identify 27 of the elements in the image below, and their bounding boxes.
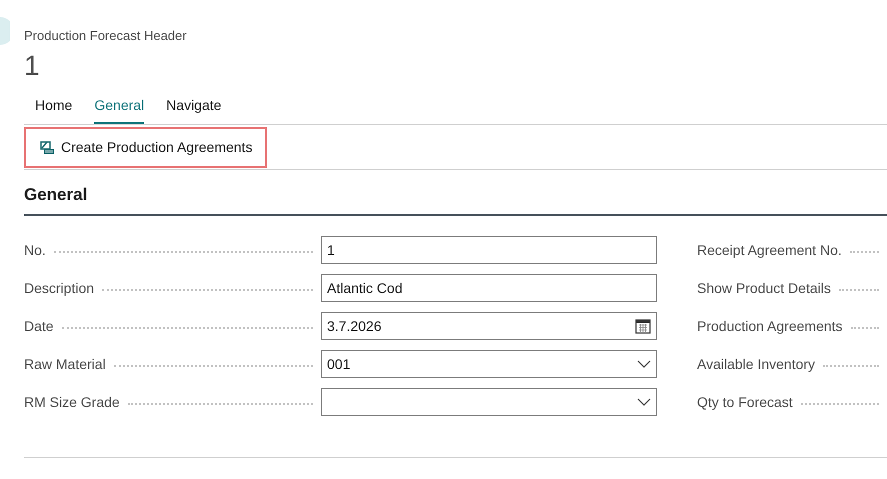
input-field[interactable]: 1 bbox=[321, 236, 657, 264]
document-icon bbox=[39, 139, 55, 155]
calendar-icon[interactable] bbox=[635, 318, 651, 334]
chevron-down-icon[interactable] bbox=[637, 398, 651, 406]
field-label: RM Size Grade bbox=[24, 392, 120, 412]
avatar-icon bbox=[0, 17, 10, 45]
dropdown-field[interactable]: 001 bbox=[321, 350, 657, 378]
field-label: No. bbox=[24, 240, 46, 260]
tab[interactable]: General bbox=[94, 95, 144, 124]
page-caption: Production Forecast Header bbox=[24, 28, 187, 43]
field-label: Raw Material bbox=[24, 354, 106, 374]
page-title: 1 bbox=[24, 50, 40, 81]
field-label: Qty to Forecast bbox=[697, 392, 793, 412]
action-button[interactable]: Create Production Agreements bbox=[24, 126, 268, 168]
input-field[interactable]: Atlantic Cod bbox=[321, 274, 657, 302]
field-label: Production Agreements bbox=[697, 316, 843, 336]
section-title: General bbox=[24, 184, 88, 206]
field-label: Date bbox=[24, 316, 54, 336]
date-field[interactable]: 3.7.2026 bbox=[321, 312, 657, 340]
field-label: Show Product Details bbox=[697, 278, 831, 298]
field-label: Description bbox=[24, 278, 94, 298]
tab[interactable]: Navigate bbox=[166, 95, 222, 124]
chevron-down-icon[interactable] bbox=[637, 360, 651, 368]
field-label: Available Inventory bbox=[697, 354, 816, 374]
tab[interactable]: Home bbox=[35, 95, 72, 124]
dropdown-field[interactable] bbox=[321, 388, 657, 416]
field-label: Receipt Agreement No. bbox=[697, 240, 842, 260]
